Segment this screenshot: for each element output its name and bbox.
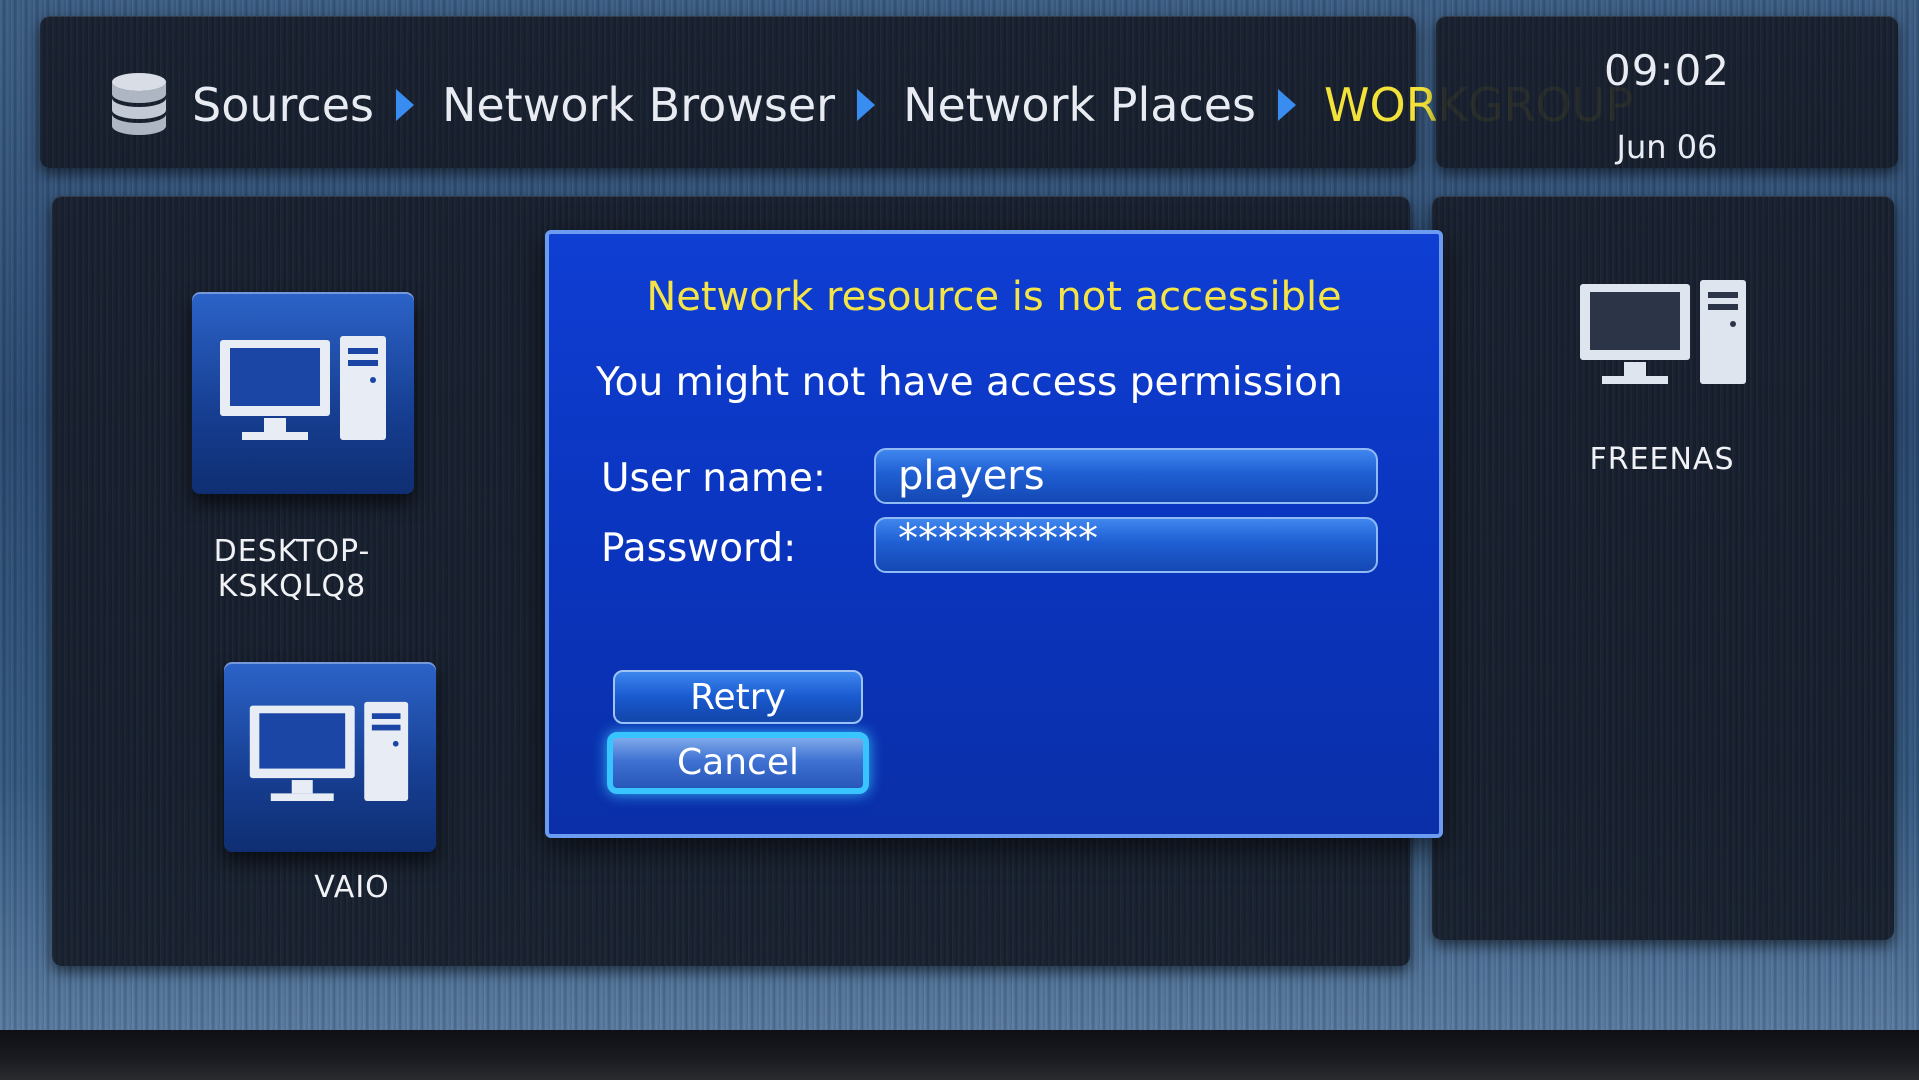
- username-label: User name:: [601, 456, 827, 501]
- username-field[interactable]: players: [874, 448, 1378, 504]
- password-label: Password:: [601, 526, 797, 571]
- database-icon: [112, 73, 166, 135]
- device-vaio[interactable]: VAIO: [182, 662, 442, 932]
- breadcrumb-network-places[interactable]: Network Places: [903, 78, 1256, 132]
- password-field[interactable]: **********: [874, 517, 1378, 573]
- device-label: FREENAS: [1589, 442, 1735, 477]
- breadcrumb-network-browser[interactable]: Network Browser: [442, 78, 835, 132]
- chevron-right-icon: [857, 89, 876, 121]
- dialog-message: You might not have access permission: [596, 360, 1343, 405]
- chevron-right-icon: [395, 89, 414, 121]
- login-dialog: Network resource is not accessible You m…: [545, 230, 1443, 838]
- device-freenas[interactable]: FREENAS: [1542, 276, 1782, 496]
- device-label: DESKTOP-KSKQLQ8: [213, 534, 371, 604]
- device-label: VAIO: [314, 870, 390, 905]
- breadcrumb: Sources Network Browser Network Places W…: [110, 72, 1633, 138]
- device-tile: [192, 292, 414, 494]
- device-desktop-kskqlq8[interactable]: DESKTOP-KSKQLQ8: [162, 292, 422, 612]
- device-tile: [224, 662, 436, 852]
- tv-bezel: [0, 1030, 1919, 1080]
- computer-icon: [1580, 280, 1746, 384]
- tv-screen: Sources Network Browser Network Places W…: [0, 0, 1919, 1040]
- computer-icon: [220, 336, 386, 440]
- clock-date: Jun 06: [1616, 128, 1718, 166]
- breadcrumb-sources[interactable]: Sources: [192, 78, 374, 132]
- header-bar: Sources Network Browser Network Places W…: [40, 16, 1633, 168]
- clock-time: 09:02: [1603, 46, 1731, 95]
- retry-button[interactable]: Retry: [613, 670, 863, 724]
- side-panel: FREENAS: [1432, 196, 1894, 940]
- dialog-title: Network resource is not accessible: [646, 274, 1342, 320]
- cancel-button[interactable]: Cancel: [607, 732, 869, 794]
- computer-icon: [249, 701, 409, 802]
- clock-panel: 09:02 Jun 06: [1436, 16, 1898, 168]
- chevron-right-icon: [1278, 89, 1297, 121]
